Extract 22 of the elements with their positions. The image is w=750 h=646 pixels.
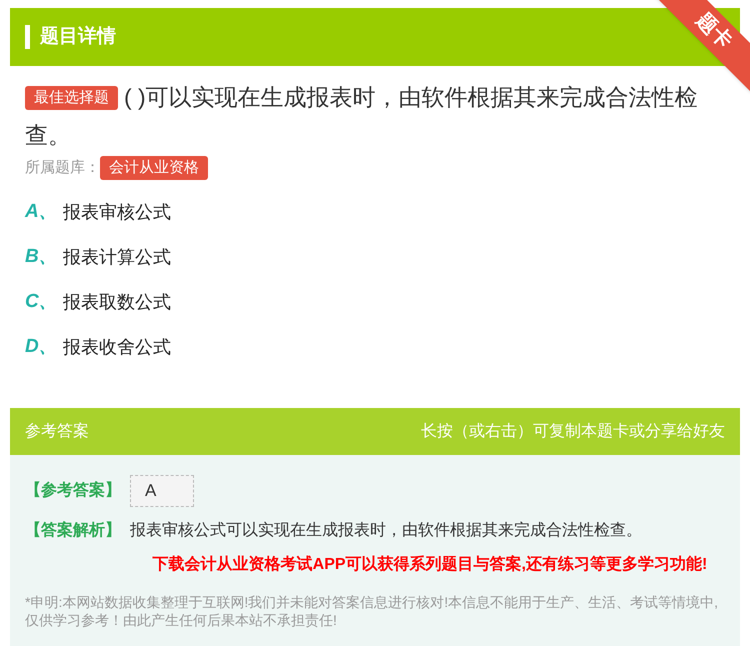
option-letter: C、 xyxy=(25,290,59,314)
option-letter: D、 xyxy=(25,334,59,359)
bank-label: 所属题库： xyxy=(25,158,100,178)
answer-value: A xyxy=(130,475,194,507)
option-letter: B、 xyxy=(25,244,59,269)
option-text: 报表收舍公式 xyxy=(63,336,171,358)
question-text: 最佳选择题 ( )可以实现在生成报表时，由软件根据其来完成合法性检查。 xyxy=(25,83,699,150)
answer-label: 【参考答案】 xyxy=(25,480,122,501)
analysis-text: 报表审核公式可以实现在生成报表时，由软件根据其来完成合法性检查。 xyxy=(130,520,642,541)
option-text: 报表计算公式 xyxy=(63,246,171,268)
page-title: 题目详情 xyxy=(40,24,116,49)
option-text: 报表审核公式 xyxy=(63,200,171,224)
option-letter: A、 xyxy=(25,200,59,224)
promo-text: 下载会计从业资格考试APP可以获得系列题目与答案,还有练习等更多学习功能! xyxy=(152,554,708,575)
answer-title: 参考答案 xyxy=(25,421,89,442)
disclaimer-text: *申明:本网站数据收集整理于互联网!我们并未能对答案信息进行核对!本信息不能用于生产、生活、考试等情境中,仅供学习参考！由此产生任何后果本站不承担责任! xyxy=(25,593,720,629)
option-text: 报表取数公式 xyxy=(63,290,171,314)
analysis-label: 【答案解析】 xyxy=(25,520,122,541)
title-marker xyxy=(25,25,30,49)
bank-tag[interactable]: 会计从业资格 xyxy=(100,156,208,180)
share-hint: 长按（或右击）可复制本题卡或分享给好友 xyxy=(421,422,725,442)
question-type-tag: 最佳选择题 xyxy=(25,86,118,110)
